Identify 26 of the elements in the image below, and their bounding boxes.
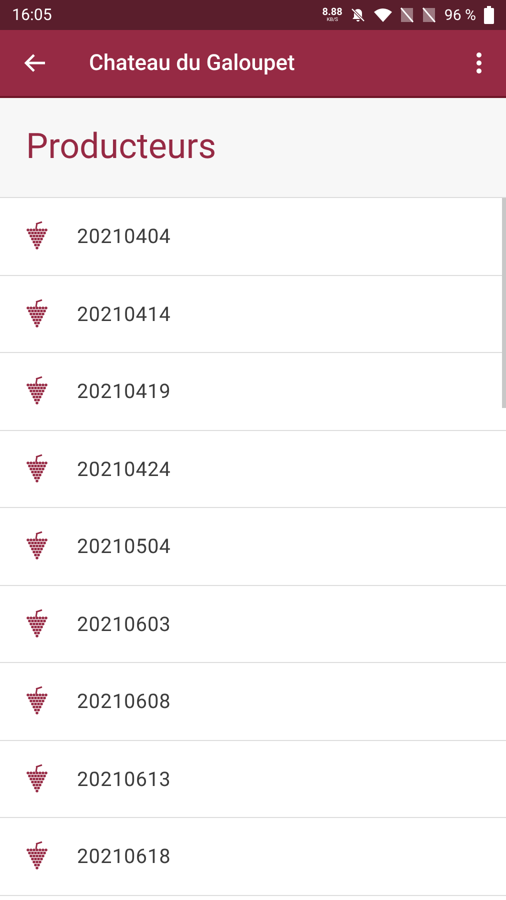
- producer-item[interactable]: 20210504: [0, 508, 506, 586]
- grapes-icon: [26, 454, 48, 484]
- grapes-icon: [26, 221, 48, 252]
- producer-item[interactable]: 20210618: [0, 818, 506, 896]
- bell-off-icon: [350, 7, 366, 23]
- no-signal-icon: [400, 7, 414, 23]
- status-time: 16:05: [12, 4, 52, 26]
- more-vertical-icon: [476, 52, 482, 74]
- producer-item[interactable]: 20210608: [0, 663, 506, 740]
- grapes-icon: [26, 298, 48, 329]
- producer-item[interactable]: 20210603: [0, 586, 506, 663]
- grapes-icon: [26, 376, 48, 406]
- no-signal-icon: [422, 7, 436, 23]
- section-title: Producteurs: [26, 125, 216, 170]
- battery-icon: [484, 6, 494, 24]
- back-arrow-icon: [24, 54, 46, 72]
- grapes-icon: [26, 608, 48, 639]
- grapes-icon: [26, 841, 48, 872]
- grapes-icon: [26, 764, 48, 794]
- producer-item[interactable]: 20210424: [0, 430, 506, 508]
- grapes-icon: [26, 531, 48, 562]
- grapes-icon: [26, 686, 48, 716]
- app-title: Chateau du Galoupet: [89, 50, 295, 78]
- battery-percent: 96 %: [444, 4, 476, 26]
- producer-item[interactable]: 20210613: [0, 740, 506, 818]
- wifi-icon: [374, 8, 392, 22]
